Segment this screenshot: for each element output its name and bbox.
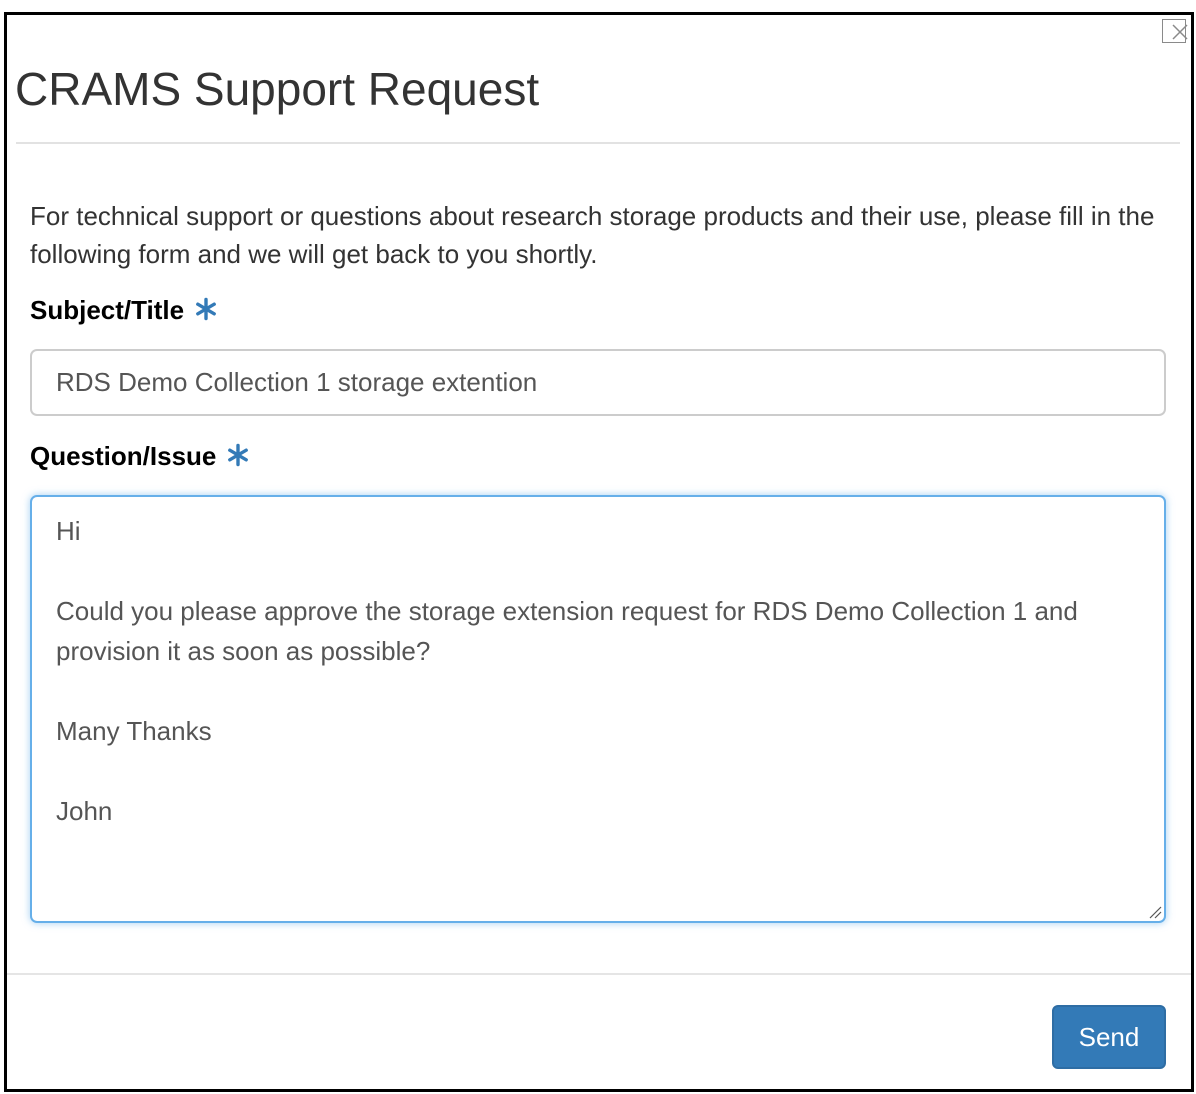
resize-grip-icon[interactable] [1148,905,1162,919]
question-textarea[interactable]: Hi Could you please approve the storage … [30,495,1166,923]
send-button[interactable]: Send [1052,1005,1166,1069]
close-button[interactable] [1162,19,1188,43]
question-label-text: Question/Issue [30,441,217,471]
title-divider [16,142,1180,144]
subject-label: Subject/Title [30,293,218,329]
question-label: Question/Issue [30,439,250,475]
asterisk-icon [194,295,218,329]
close-icon [1172,24,1188,40]
subject-label-text: Subject/Title [30,295,185,325]
footer-divider [7,973,1191,975]
intro-text: For technical support or questions about… [30,201,1155,269]
support-request-dialog: CRAMS Support Request For technical supp… [4,12,1194,1092]
asterisk-icon [226,441,250,475]
subject-input[interactable] [30,349,1166,416]
dialog-title: CRAMS Support Request [15,63,540,115]
